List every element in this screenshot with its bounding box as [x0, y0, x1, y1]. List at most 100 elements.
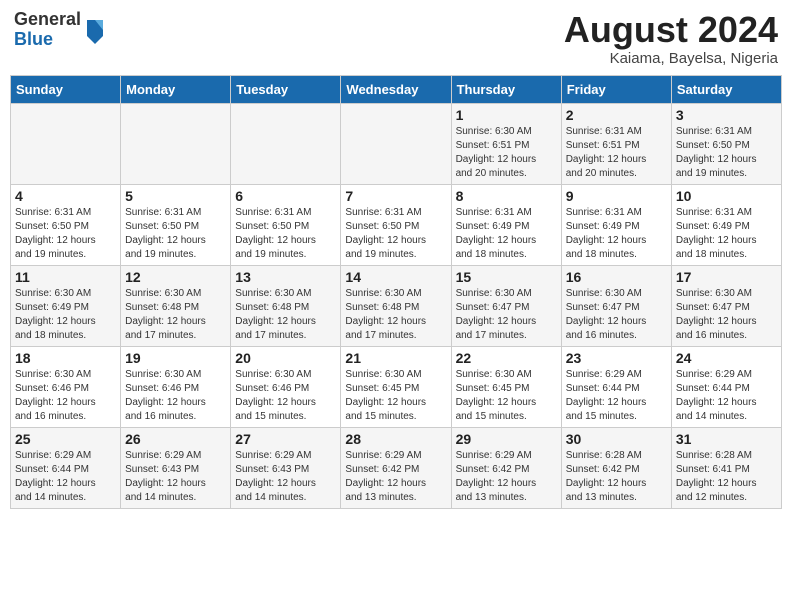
- day-detail: Sunrise: 6:29 AM Sunset: 6:43 PM Dayligh…: [125, 449, 226, 505]
- logo-icon: [83, 16, 107, 44]
- day-number: 23: [566, 350, 667, 366]
- calendar-cell: 17 Sunrise: 6:30 AM Sunset: 6:47 PM Dayli…: [671, 265, 781, 346]
- day-number: 25: [15, 431, 116, 447]
- day-detail: Sunrise: 6:29 AM Sunset: 6:44 PM Dayligh…: [15, 449, 116, 505]
- calendar-cell: 31 Sunrise: 6:28 AM Sunset: 6:41 PM Dayli…: [671, 427, 781, 508]
- calendar-cell: [341, 103, 451, 184]
- calendar-cell: 29Sunrise: 6:29 AM Sunset: 6:42 PM Dayli…: [451, 427, 561, 508]
- day-header-monday: Monday: [121, 75, 231, 103]
- day-number: 5: [125, 188, 226, 204]
- day-detail: Sunrise: 6:29 AM Sunset: 6:44 PM Dayligh…: [676, 368, 777, 424]
- day-detail: Sunrise: 6:31 AM Sunset: 6:50 PM Dayligh…: [345, 206, 446, 262]
- calendar-cell: 13Sunrise: 6:30 AM Sunset: 6:48 PM Dayli…: [231, 265, 341, 346]
- calendar-cell: 24 Sunrise: 6:29 AM Sunset: 6:44 PM Dayli…: [671, 346, 781, 427]
- day-header-friday: Friday: [561, 75, 671, 103]
- calendar-cell: 18 Sunrise: 6:30 AM Sunset: 6:46 PM Dayli…: [11, 346, 121, 427]
- day-detail: Sunrise: 6:30 AM Sunset: 6:47 PM Dayligh…: [566, 287, 667, 343]
- day-detail: Sunrise: 6:30 AM Sunset: 6:47 PM Dayligh…: [676, 287, 777, 343]
- day-number: 8: [456, 188, 557, 204]
- calendar-week-row: 4 Sunrise: 6:31 AM Sunset: 6:50 PM Daylig…: [11, 184, 782, 265]
- day-detail: Sunrise: 6:29 AM Sunset: 6:42 PM Dayligh…: [345, 449, 446, 505]
- calendar-week-row: 18 Sunrise: 6:30 AM Sunset: 6:46 PM Dayli…: [11, 346, 782, 427]
- day-detail: Sunrise: 6:31 AM Sunset: 6:49 PM Dayligh…: [676, 206, 777, 262]
- logo-blue: Blue: [14, 30, 81, 50]
- day-number: 17: [676, 269, 777, 285]
- day-detail: Sunrise: 6:31 AM Sunset: 6:49 PM Dayligh…: [566, 206, 667, 262]
- day-number: 21: [345, 350, 446, 366]
- logo: General Blue: [14, 10, 107, 50]
- day-number: 6: [235, 188, 336, 204]
- day-header-saturday: Saturday: [671, 75, 781, 103]
- calendar-cell: 8Sunrise: 6:31 AM Sunset: 6:49 PM Daylig…: [451, 184, 561, 265]
- calendar-cell: 14 Sunrise: 6:30 AM Sunset: 6:48 PM Dayli…: [341, 265, 451, 346]
- day-detail: Sunrise: 6:30 AM Sunset: 6:46 PM Dayligh…: [15, 368, 116, 424]
- day-number: 16: [566, 269, 667, 285]
- day-header-wednesday: Wednesday: [341, 75, 451, 103]
- day-number: 18: [15, 350, 116, 366]
- calendar-cell: 6 Sunrise: 6:31 AM Sunset: 6:50 PM Daylig…: [231, 184, 341, 265]
- day-number: 22: [456, 350, 557, 366]
- day-number: 2: [566, 107, 667, 123]
- calendar-cell: 30 Sunrise: 6:28 AM Sunset: 6:42 PM Dayli…: [561, 427, 671, 508]
- day-number: 24: [676, 350, 777, 366]
- calendar-cell: 25 Sunrise: 6:29 AM Sunset: 6:44 PM Dayli…: [11, 427, 121, 508]
- day-detail: Sunrise: 6:31 AM Sunset: 6:50 PM Dayligh…: [15, 206, 116, 262]
- day-detail: Sunrise: 6:30 AM Sunset: 6:45 PM Dayligh…: [345, 368, 446, 424]
- calendar-cell: 20 Sunrise: 6:30 AM Sunset: 6:46 PM Dayli…: [231, 346, 341, 427]
- day-detail: Sunrise: 6:30 AM Sunset: 6:45 PM Dayligh…: [456, 368, 557, 424]
- day-detail: Sunrise: 6:30 AM Sunset: 6:48 PM Dayligh…: [125, 287, 226, 343]
- day-detail: Sunrise: 6:31 AM Sunset: 6:51 PM Dayligh…: [566, 125, 667, 181]
- day-number: 19: [125, 350, 226, 366]
- calendar-cell: [231, 103, 341, 184]
- calendar-week-row: 11 Sunrise: 6:30 AM Sunset: 6:49 PM Dayli…: [11, 265, 782, 346]
- title-block: August 2024 Kaiama, Bayelsa, Nigeria: [564, 10, 778, 67]
- day-number: 20: [235, 350, 336, 366]
- logo-text: General Blue: [14, 10, 81, 50]
- calendar-cell: 19 Sunrise: 6:30 AM Sunset: 6:46 PM Dayli…: [121, 346, 231, 427]
- day-number: 14: [345, 269, 446, 285]
- day-number: 11: [15, 269, 116, 285]
- day-number: 27: [235, 431, 336, 447]
- calendar-cell: 23Sunrise: 6:29 AM Sunset: 6:44 PM Dayli…: [561, 346, 671, 427]
- day-number: 10: [676, 188, 777, 204]
- calendar-cell: 2 Sunrise: 6:31 AM Sunset: 6:51 PM Daylig…: [561, 103, 671, 184]
- calendar-week-row: 25 Sunrise: 6:29 AM Sunset: 6:44 PM Dayli…: [11, 427, 782, 508]
- calendar-location: Kaiama, Bayelsa, Nigeria: [564, 50, 778, 67]
- calendar-cell: 10 Sunrise: 6:31 AM Sunset: 6:49 PM Dayli…: [671, 184, 781, 265]
- day-detail: Sunrise: 6:28 AM Sunset: 6:41 PM Dayligh…: [676, 449, 777, 505]
- day-detail: Sunrise: 6:30 AM Sunset: 6:46 PM Dayligh…: [235, 368, 336, 424]
- day-number: 4: [15, 188, 116, 204]
- calendar-cell: 21 Sunrise: 6:30 AM Sunset: 6:45 PM Dayli…: [341, 346, 451, 427]
- day-number: 30: [566, 431, 667, 447]
- calendar-cell: 7 Sunrise: 6:31 AM Sunset: 6:50 PM Daylig…: [341, 184, 451, 265]
- calendar-cell: 28 Sunrise: 6:29 AM Sunset: 6:42 PM Dayli…: [341, 427, 451, 508]
- day-number: 15: [456, 269, 557, 285]
- calendar-cell: [121, 103, 231, 184]
- calendar-header-row: SundayMondayTuesdayWednesdayThursdayFrid…: [11, 75, 782, 103]
- day-number: 7: [345, 188, 446, 204]
- day-detail: Sunrise: 6:29 AM Sunset: 6:43 PM Dayligh…: [235, 449, 336, 505]
- calendar-week-row: 1Sunrise: 6:30 AM Sunset: 6:51 PM Daylig…: [11, 103, 782, 184]
- calendar-cell: 11 Sunrise: 6:30 AM Sunset: 6:49 PM Dayli…: [11, 265, 121, 346]
- calendar-cell: 9Sunrise: 6:31 AM Sunset: 6:49 PM Daylig…: [561, 184, 671, 265]
- day-number: 31: [676, 431, 777, 447]
- calendar-title: August 2024: [564, 10, 778, 50]
- day-detail: Sunrise: 6:30 AM Sunset: 6:47 PM Dayligh…: [456, 287, 557, 343]
- calendar-cell: [11, 103, 121, 184]
- day-detail: Sunrise: 6:31 AM Sunset: 6:50 PM Dayligh…: [235, 206, 336, 262]
- day-detail: Sunrise: 6:30 AM Sunset: 6:48 PM Dayligh…: [345, 287, 446, 343]
- calendar-cell: 26 Sunrise: 6:29 AM Sunset: 6:43 PM Dayli…: [121, 427, 231, 508]
- day-detail: Sunrise: 6:30 AM Sunset: 6:49 PM Dayligh…: [15, 287, 116, 343]
- day-detail: Sunrise: 6:28 AM Sunset: 6:42 PM Dayligh…: [566, 449, 667, 505]
- calendar-cell: 3Sunrise: 6:31 AM Sunset: 6:50 PM Daylig…: [671, 103, 781, 184]
- day-detail: Sunrise: 6:30 AM Sunset: 6:46 PM Dayligh…: [125, 368, 226, 424]
- day-header-thursday: Thursday: [451, 75, 561, 103]
- day-number: 3: [676, 107, 777, 123]
- day-number: 26: [125, 431, 226, 447]
- day-number: 29: [456, 431, 557, 447]
- day-detail: Sunrise: 6:30 AM Sunset: 6:51 PM Dayligh…: [456, 125, 557, 181]
- day-detail: Sunrise: 6:31 AM Sunset: 6:50 PM Dayligh…: [125, 206, 226, 262]
- calendar-cell: 15 Sunrise: 6:30 AM Sunset: 6:47 PM Dayli…: [451, 265, 561, 346]
- day-number: 28: [345, 431, 446, 447]
- day-detail: Sunrise: 6:30 AM Sunset: 6:48 PM Dayligh…: [235, 287, 336, 343]
